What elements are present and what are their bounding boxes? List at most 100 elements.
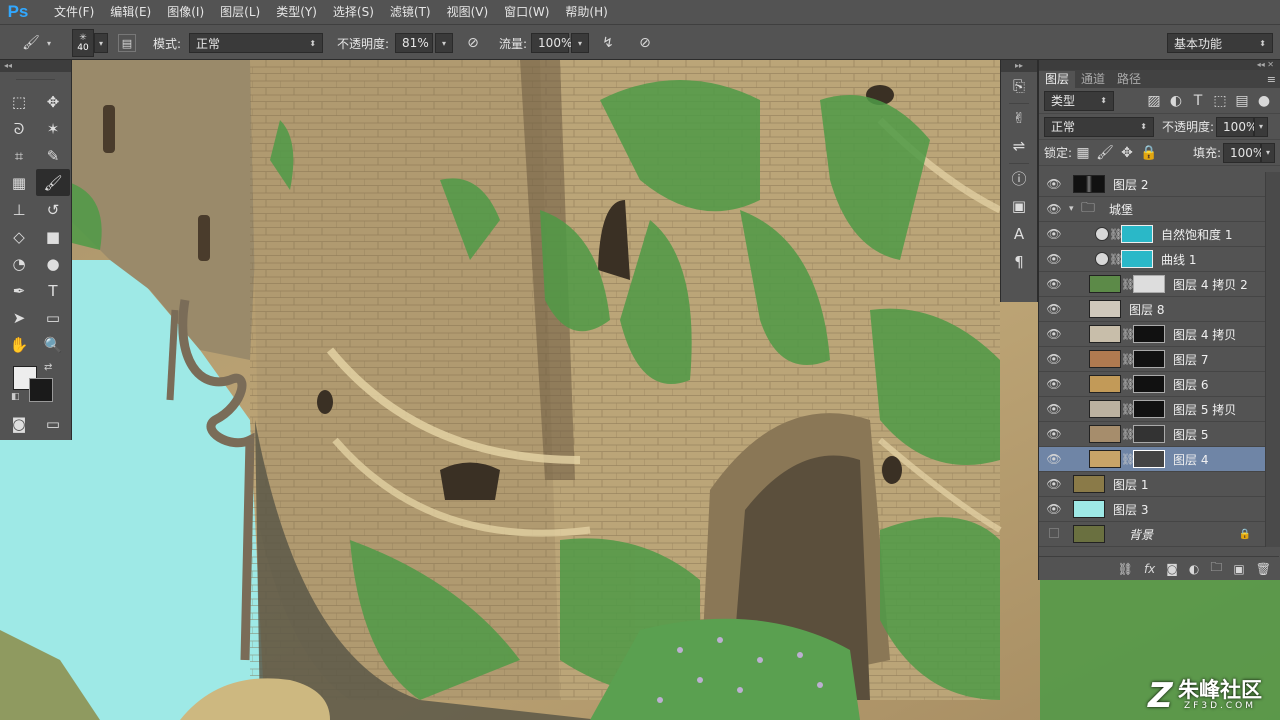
clone-stamp-tool-icon[interactable]: ⊥ [2, 196, 36, 223]
hand-tool-icon[interactable]: ✋ [2, 331, 36, 358]
layer-row-selected[interactable]: 👁 ⛓ 图层 4 [1039, 447, 1265, 472]
tab-channels[interactable]: 通道 [1075, 71, 1111, 88]
menu-layer[interactable]: 图层(L) [212, 0, 268, 24]
visibility-eye-icon[interactable]: 👁 [1039, 227, 1069, 241]
visibility-eye-icon[interactable]: 👁 [1039, 502, 1069, 516]
layer-row[interactable]: 👁 图层 1 [1039, 472, 1265, 497]
layer-row[interactable]: 👁 ⛓ 图层 4 拷贝 2 [1039, 272, 1265, 297]
filter-toggle-icon[interactable]: ● [1253, 90, 1275, 112]
toolbox-collapse-icon[interactable]: ◂◂ [0, 60, 71, 72]
add-mask-icon[interactable]: ◙ [1166, 562, 1178, 576]
opacity-input[interactable]: 81% [395, 33, 434, 53]
flow-slider-icon[interactable]: ▾ [571, 33, 590, 53]
tool-preset-dropdown-icon[interactable]: ▾ [42, 33, 56, 53]
brush-size-dropdown-icon[interactable]: ▾ [94, 33, 108, 53]
brush-presets-icon[interactable]: ✌ [1001, 104, 1037, 132]
tab-paths[interactable]: 路径 [1111, 71, 1147, 88]
strip-expand-icon[interactable]: ▸▸ [1001, 60, 1037, 72]
menu-file[interactable]: 文件(F) [46, 0, 102, 24]
fill-input[interactable]: 100% [1223, 142, 1264, 163]
group-expand-icon[interactable]: ▾ [1069, 204, 1081, 214]
blend-mode-dropdown[interactable]: 正常 ⬍ [1044, 116, 1154, 137]
visibility-eye-icon[interactable]: 👁 [1039, 327, 1069, 341]
brush-tool-icon[interactable]: 🖌 [20, 32, 42, 54]
layer-row[interactable]: 👁 ⛓ 图层 5 [1039, 422, 1265, 447]
link-layers-icon[interactable]: ⛓ [1118, 562, 1133, 576]
new-adjustment-icon[interactable]: ◐ [1189, 562, 1199, 576]
filter-type-icon[interactable]: T [1187, 90, 1209, 112]
screen-mode-icon[interactable]: ▭ [36, 410, 70, 437]
info-panel-icon[interactable]: ⓘ [1001, 164, 1037, 192]
swap-colors-icon[interactable]: ⇄ [44, 362, 52, 373]
pressure-size-icon[interactable]: ⊘ [634, 32, 656, 54]
healing-brush-tool-icon[interactable]: ▦ [2, 169, 36, 196]
menu-view[interactable]: 视图(V) [439, 0, 497, 24]
layer-row[interactable]: 背景 🔒 [1039, 522, 1265, 547]
menu-image[interactable]: 图像(I) [159, 0, 212, 24]
blur-tool-icon[interactable]: ◔ [2, 250, 36, 277]
layer-opacity-input[interactable]: 100% [1216, 116, 1257, 137]
menu-help[interactable]: 帮助(H) [557, 0, 615, 24]
layer-row[interactable]: 👁 ⛓ 图层 6 [1039, 372, 1265, 397]
panel-menu-icon[interactable]: ≡ [1267, 73, 1280, 88]
visibility-eye-icon[interactable]: 👁 [1039, 252, 1069, 266]
layer-row[interactable]: 👁 ⛓ 曲线 1 [1039, 247, 1265, 272]
layer-row[interactable]: 👁 图层 2 [1039, 172, 1265, 197]
mode-dropdown[interactable]: 正常 ⬍ [189, 33, 324, 53]
zoom-tool-icon[interactable]: 🔍 [36, 331, 70, 358]
visibility-eye-icon[interactable]: 👁 [1039, 427, 1069, 441]
gradient-tool-icon[interactable]: ■ [36, 223, 70, 250]
lock-transparent-icon[interactable]: ▦ [1072, 142, 1094, 164]
character-panel-icon[interactable]: A [1001, 220, 1037, 248]
brush-tool-icon[interactable]: 🖌 [36, 169, 70, 196]
lock-position-icon[interactable]: ✥ [1116, 142, 1138, 164]
filter-smart-object-icon[interactable]: ▤ [1231, 90, 1253, 112]
marquee-tool-icon[interactable]: ⬚ [2, 88, 36, 115]
magic-wand-tool-icon[interactable]: ✶ [36, 115, 70, 142]
layer-opacity-slider-icon[interactable]: ▾ [1254, 116, 1269, 137]
menu-filter[interactable]: 滤镜(T) [382, 0, 439, 24]
pressure-opacity-icon[interactable]: ⊘ [462, 32, 484, 54]
visibility-eye-icon[interactable]: 👁 [1039, 452, 1069, 466]
flow-input[interactable]: 100% [531, 33, 572, 53]
move-tool-icon[interactable]: ✥ [36, 88, 70, 115]
menu-select[interactable]: 选择(S) [325, 0, 382, 24]
layer-row[interactable]: 👁 ⛓ 图层 5 拷贝 [1039, 397, 1265, 422]
menu-type[interactable]: 类型(Y) [268, 0, 325, 24]
dodge-tool-icon[interactable]: ● [36, 250, 70, 277]
filter-pixel-icon[interactable]: ▨ [1143, 90, 1165, 112]
layers-scrollbar[interactable] [1265, 172, 1280, 547]
path-selection-tool-icon[interactable]: ➤ [2, 304, 36, 331]
layer-row[interactable]: 👁 ⛓ 图层 7 [1039, 347, 1265, 372]
tab-layers[interactable]: 图层 [1039, 71, 1076, 88]
visibility-eye-icon[interactable]: 👁 [1039, 202, 1069, 216]
eyedropper-tool-icon[interactable]: ✎ [36, 142, 70, 169]
default-colors-icon[interactable]: ◧ [11, 392, 20, 402]
history-panel-icon[interactable]: ⎘ [1001, 72, 1037, 100]
eraser-tool-icon[interactable]: ◇ [2, 223, 36, 250]
shape-tool-icon[interactable]: ▭ [36, 304, 70, 331]
visibility-eye-icon[interactable]: 👁 [1039, 352, 1069, 366]
type-tool-icon[interactable]: T [36, 277, 70, 304]
visibility-eye-icon[interactable]: 👁 [1039, 277, 1069, 291]
visibility-eye-icon[interactable]: 👁 [1039, 302, 1069, 316]
brush-size-picker[interactable]: ✳ 40 [72, 29, 94, 57]
layer-style-fx-icon[interactable]: fx [1144, 562, 1155, 576]
visibility-eye-icon[interactable]: 👁 [1039, 177, 1069, 191]
paragraph-panel-icon[interactable]: ¶ [1001, 248, 1037, 276]
visibility-eye-icon[interactable]: 👁 [1039, 377, 1069, 391]
adjustments-panel-icon[interactable]: ⇌ [1001, 132, 1037, 160]
layer-row[interactable]: 👁 ⛓ 图层 4 拷贝 [1039, 322, 1265, 347]
lock-pixels-icon[interactable]: 🖌 [1094, 142, 1116, 164]
layer-group-row[interactable]: 👁 ▾ 🗀 城堡 [1039, 197, 1265, 222]
lasso-tool-icon[interactable]: ᘐ [2, 115, 36, 142]
new-group-icon[interactable]: 🗀 [1210, 558, 1222, 579]
layer-row[interactable]: 👁 图层 8 [1039, 297, 1265, 322]
filter-shape-icon[interactable]: ⬚ [1209, 90, 1231, 112]
layer-row[interactable]: 👁 ⛓ 自然饱和度 1 [1039, 222, 1265, 247]
visibility-eye-icon[interactable]: 👁 [1039, 477, 1069, 491]
visibility-eye-icon[interactable]: 👁 [1039, 402, 1069, 416]
brush-panel-toggle-icon[interactable]: ▤ [118, 34, 136, 52]
new-layer-icon[interactable]: ▣ [1233, 562, 1244, 576]
quick-mask-icon[interactable]: ◙ [2, 410, 36, 437]
